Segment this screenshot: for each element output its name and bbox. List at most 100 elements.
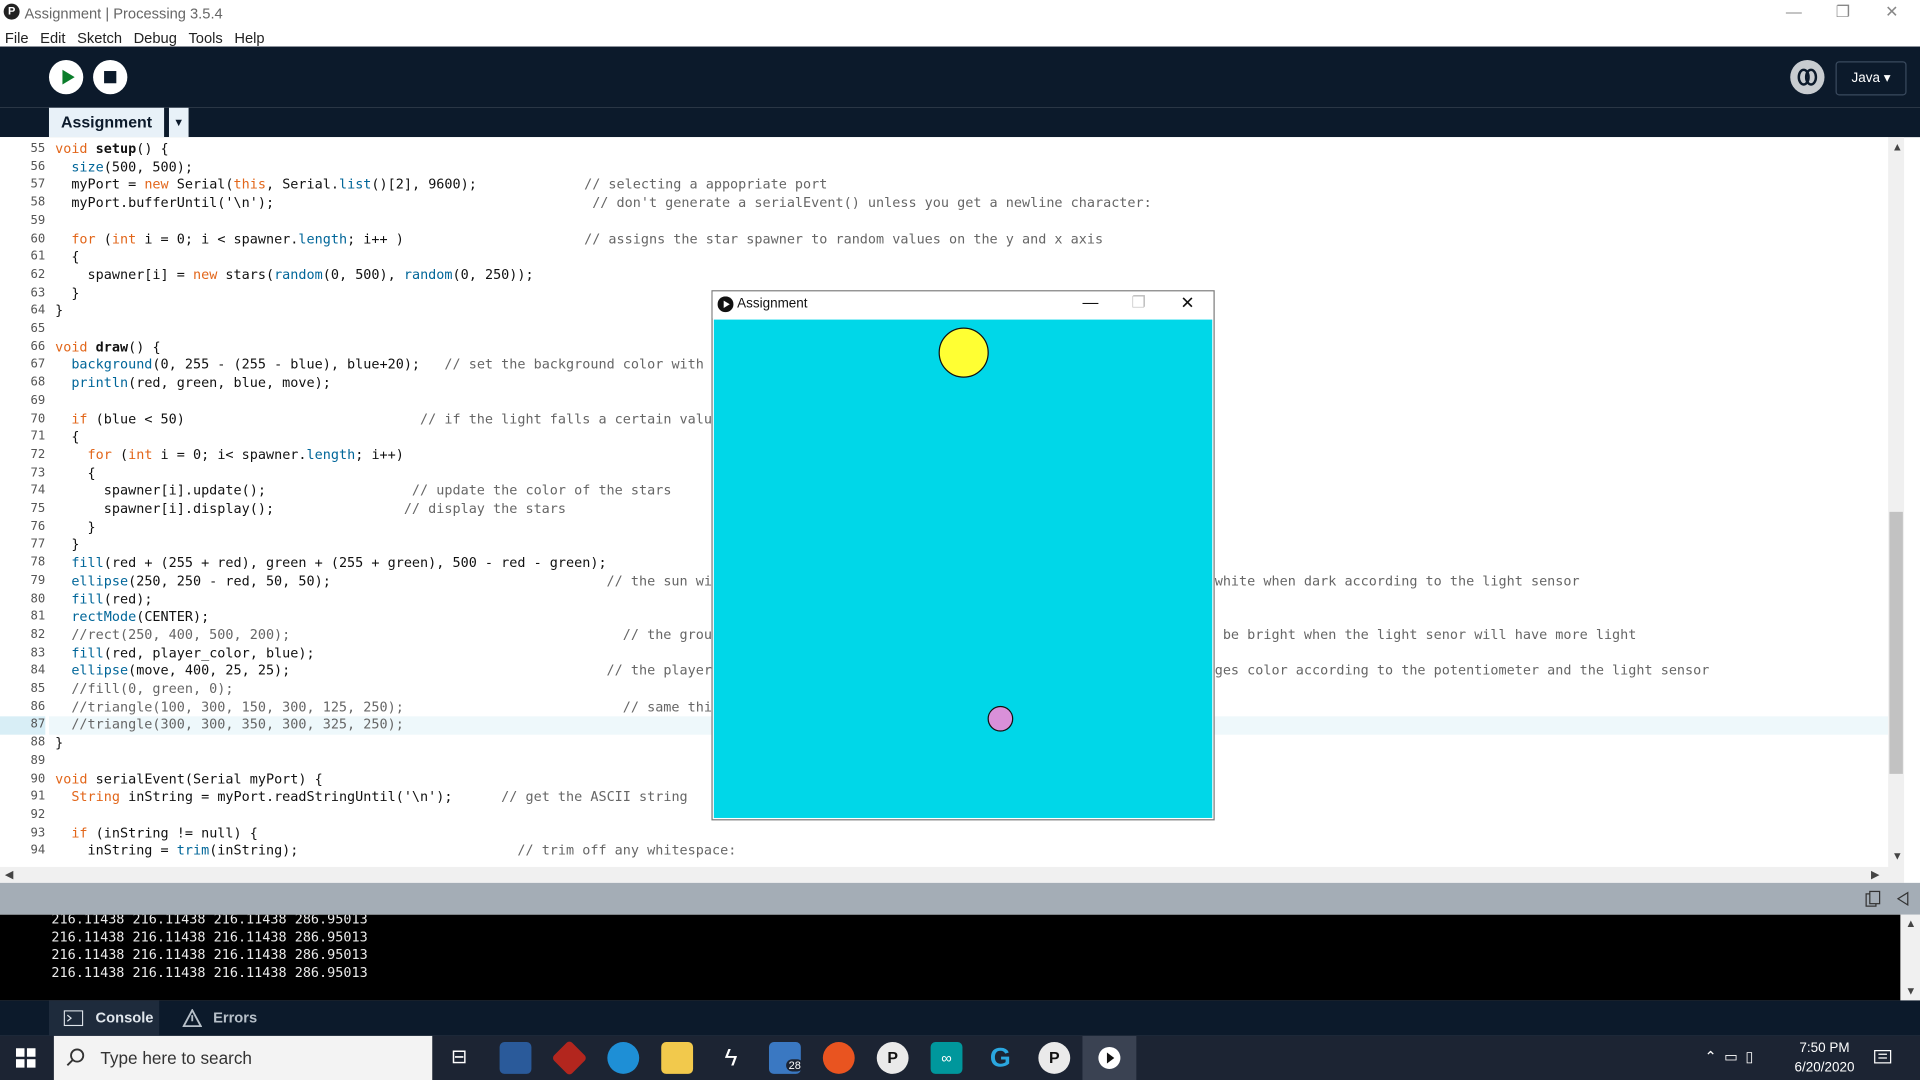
toolbar <box>0 46 1920 108</box>
scroll-up-icon[interactable]: ▲ <box>1905 917 1916 929</box>
code-line: fill(red, player_color, blue); <box>71 644 315 661</box>
warning-icon <box>182 1008 203 1028</box>
menu-help[interactable]: Help <box>234 29 264 46</box>
debugger-button[interactable] <box>1790 60 1825 95</box>
code-line: spawner[i].update(); // update the color… <box>55 482 672 499</box>
taskbar-search-box[interactable]: Type here to search <box>53 1035 433 1080</box>
scroll-left-icon[interactable]: ◀ <box>5 868 13 881</box>
sketch-title: Assignment <box>737 296 808 312</box>
collapse-console-icon[interactable] <box>1896 891 1911 907</box>
code-line: if (inString != null) { <box>71 824 258 841</box>
tab-strip <box>0 107 1920 138</box>
code-line: } <box>55 284 80 301</box>
player-ellipse <box>987 705 1014 732</box>
code-line: fill(red); <box>71 590 153 607</box>
code-line: { <box>55 428 80 445</box>
taskbar-time[interactable]: 7:50 PM <box>1788 1041 1861 1056</box>
menu-edit[interactable]: Edit <box>40 29 65 46</box>
code-comment: white when dark according to the light s… <box>1214 572 1580 589</box>
restore-button[interactable]: ❐ <box>1818 0 1867 27</box>
code-line: //triangle(100, 300, 150, 300, 125, 250)… <box>71 698 729 715</box>
tab-console[interactable]: Console <box>48 1000 160 1036</box>
code-line: void draw() { <box>55 338 161 355</box>
console-icon <box>63 1010 84 1027</box>
scroll-down-icon[interactable]: ▼ <box>1892 850 1903 862</box>
arduino-icon[interactable]: ∞ <box>930 1042 963 1074</box>
mail-icon[interactable]: 28 <box>768 1042 804 1074</box>
code-line: //rect(250, 400, 500, 200); // the groun… <box>71 626 729 643</box>
sketch-close-button[interactable]: ✕ <box>1180 293 1194 314</box>
code-line: background(0, 255 - (255 - blue), blue+2… <box>71 356 721 373</box>
code-line: } <box>55 536 80 553</box>
sketch-canvas[interactable] <box>713 319 1213 818</box>
system-tray-icons[interactable]: ⌃▭▯ <box>1705 1048 1761 1065</box>
sketch-minimize-button[interactable]: — <box>1082 293 1098 311</box>
processing-logo-icon: P <box>3 3 20 20</box>
app-bolt-icon[interactable]: ϟ <box>715 1042 747 1074</box>
minimize-button[interactable]: — <box>1769 0 1818 27</box>
sketch-drawing <box>938 327 1014 732</box>
code-line: inString = trim(inString); // trim off a… <box>55 842 737 859</box>
menu-sketch[interactable]: Sketch <box>77 29 122 46</box>
code-comment: // assigns the star spawner to random va… <box>584 230 1104 247</box>
taskbar-date[interactable]: 6/20/2020 <box>1788 1060 1861 1075</box>
menu-tools[interactable]: Tools <box>188 29 222 46</box>
store-icon[interactable] <box>499 1042 532 1074</box>
sketch-maximize-button[interactable]: ❐ <box>1131 293 1145 313</box>
code-line: void serialEvent(Serial myPort) { <box>55 770 323 787</box>
console-line: 216.11438 216.11438 216.11438 286.95013 <box>51 914 368 927</box>
sun-ellipse <box>938 327 989 378</box>
tab-assignment[interactable]: Assignment <box>48 107 165 138</box>
search-placeholder: Type here to search <box>100 1048 252 1068</box>
code-line: ellipse(move, 400, 25, 25); // the playe… <box>71 662 729 679</box>
code-line: println(red, green, blue, move); <box>71 374 331 391</box>
mode-selector[interactable]: Java ▾ <box>1835 61 1907 96</box>
code-line: ellipse(250, 250 - red, 50, 50); // the … <box>71 572 721 589</box>
scroll-up-icon[interactable]: ▲ <box>1892 141 1903 153</box>
sketch-run-icon <box>1098 1046 1121 1069</box>
stop-button[interactable] <box>93 60 128 95</box>
tab-menu-button[interactable]: ▼ <box>168 107 189 138</box>
code-comment: be bright when the light senor will have… <box>1214 626 1637 643</box>
code-line: spawner[i].display(); // display the sta… <box>55 500 567 517</box>
menu-debug[interactable]: Debug <box>134 29 177 46</box>
processing-app-icon-2[interactable]: P <box>1038 1042 1071 1074</box>
code-line: } <box>55 518 96 535</box>
notifications-icon[interactable] <box>1873 1048 1893 1068</box>
processing-app-icon[interactable]: P <box>876 1042 909 1074</box>
code-line: //triangle(300, 300, 350, 300, 325, 250)… <box>71 716 404 733</box>
close-button[interactable]: ✕ <box>1867 0 1916 27</box>
file-explorer-icon[interactable] <box>661 1042 694 1074</box>
run-button[interactable] <box>48 60 84 95</box>
play-icon <box>62 69 75 85</box>
tab-errors[interactable]: Errors <box>171 1000 281 1036</box>
code-line: } <box>55 734 64 751</box>
sketch-title-bar[interactable]: Assignment — ❐ ✕ <box>712 291 1214 319</box>
code-line: String inString = myPort.readStringUntil… <box>71 788 688 805</box>
window-title-bar: P Assignment | Processing 3.5.4 — ❐ ✕ <box>0 0 1920 27</box>
console-tab-bar <box>0 1000 1920 1036</box>
code-line: rectMode(CENTER); <box>71 608 210 625</box>
task-view-icon[interactable]: ⊟ <box>443 1042 475 1074</box>
search-icon <box>66 1048 85 1066</box>
console-line: 216.11438 216.11438 216.11438 286.95013 <box>51 965 368 981</box>
ubuntu-icon[interactable] <box>822 1042 855 1074</box>
scroll-right-icon[interactable]: ▶ <box>1871 868 1879 881</box>
code-line: for (int i = 0; i < spawner.length; i++ … <box>71 230 404 247</box>
copy-icon[interactable] <box>1864 890 1881 907</box>
running-sketch-taskbar-item[interactable] <box>1082 1035 1137 1080</box>
code-line: { <box>55 464 96 481</box>
mail-badge: 28 <box>786 1059 804 1072</box>
code-comment: // selecting a appopriate port <box>584 176 828 193</box>
edge-browser-icon[interactable] <box>607 1042 640 1074</box>
stop-icon <box>104 71 117 84</box>
console-scrollbar[interactable]: ▲ ▼ <box>1900 914 1920 1001</box>
editor-horizontal-scrollbar[interactable]: ◀ ▶ <box>0 866 1905 883</box>
editor-scroll-thumb[interactable] <box>1889 511 1903 774</box>
tab-console-label: Console <box>95 1008 154 1027</box>
sketch-window[interactable]: Assignment — ❐ ✕ <box>711 290 1215 821</box>
menu-file[interactable]: File <box>5 29 29 46</box>
logitech-g-icon[interactable]: G <box>984 1042 1016 1074</box>
windows-start-icon[interactable] <box>15 1048 36 1068</box>
scroll-down-icon[interactable]: ▼ <box>1905 984 1916 996</box>
